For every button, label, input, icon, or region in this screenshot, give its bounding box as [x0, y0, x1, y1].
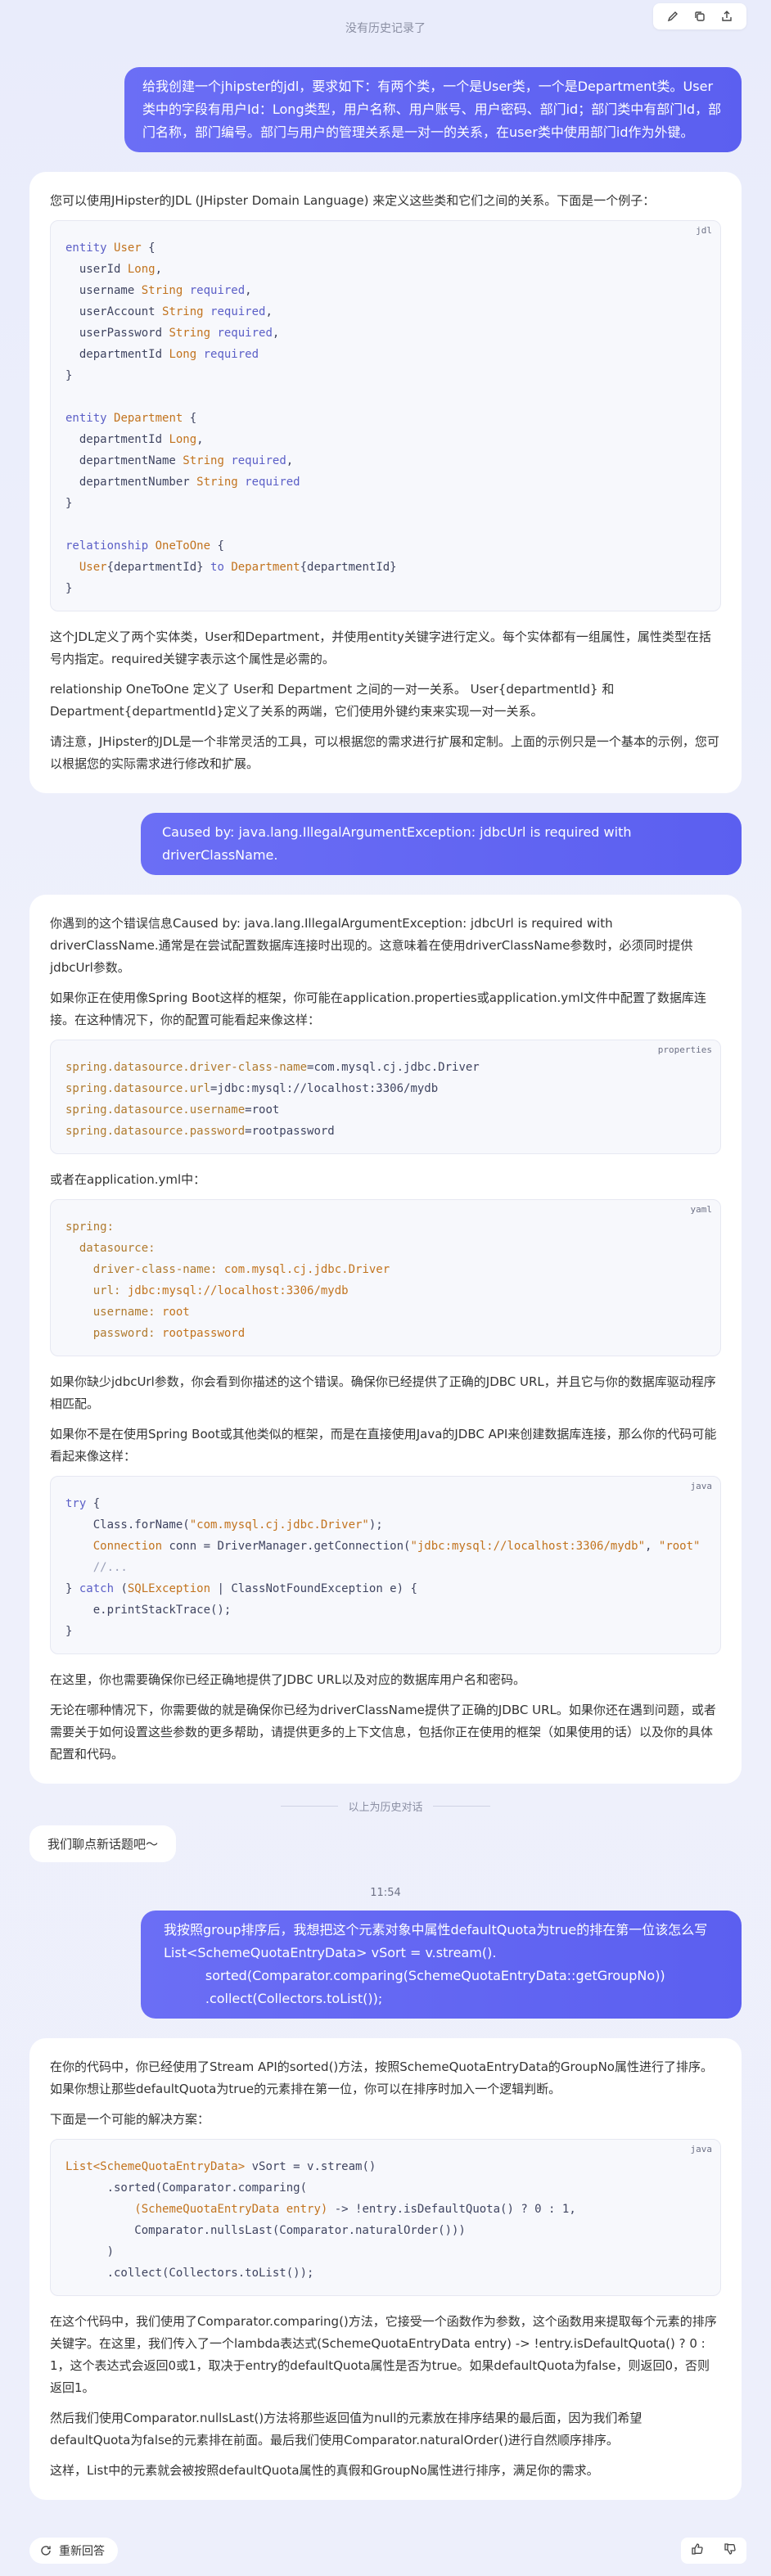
bottom-bar: 重新回答 [0, 2536, 771, 2569]
ai-answer-2: 你遇到的这个错误信息Caused by: java.lang.IllegalAr… [29, 895, 742, 1784]
answer-paragraph: 如果你不是在使用Spring Boot或其他类似的框架，而是在直接使用Java的… [50, 1427, 717, 1464]
code-language-label: properties [657, 1044, 712, 1055]
timestamp: 11:54 [370, 1887, 401, 1899]
user-message-3: 我按照group排序后，我想把这个元素对象中属性defaultQuota为tru… [141, 1911, 742, 2019]
code-block-java-sort: java List<SchemeQuotaEntryData> vSort = v… [50, 2139, 721, 2296]
answer-paragraph: 在你的代码中，你已经使用了Stream API的sorted()方法，按照Sch… [50, 2059, 713, 2096]
user-message-row: 给我创建一个jhipster的jdl，要求如下：有两个类，一个是User类，一个… [0, 67, 771, 152]
answer-paragraph: 如果你缺少jdbcUrl参数，你会看到你描述的这个错误。确保你已经提供了正确的J… [50, 1374, 716, 1411]
regenerate-label: 重新回答 [59, 2545, 105, 2558]
share-icon[interactable] [718, 7, 736, 25]
edit-icon[interactable] [664, 7, 682, 25]
code-language-label: jdl [696, 225, 712, 236]
answer-paragraph: 您可以使用JHipster的JDL (JHipster Domain Langu… [50, 193, 656, 208]
top-toolbar [653, 3, 746, 29]
history-divider: 以上为历史对话 [0, 1798, 771, 1814]
answer-paragraph: 下面是一个可能的解决方案： [50, 2112, 210, 2127]
code-block-properties: properties spring.datasource.driver-class… [50, 1040, 721, 1154]
answer-paragraph: 请注意，JHipster的JDL是一个非常灵活的工具，可以根据您的需求进行扩展和… [50, 734, 719, 771]
user-message-2: Caused by: java.lang.IllegalArgumentExce… [141, 813, 742, 875]
ai-answer-1: 您可以使用JHipster的JDL (JHipster Domain Langu… [29, 172, 742, 793]
code-language-label: java [690, 2144, 713, 2154]
top-bar: 没有历史记录了 [0, 0, 771, 47]
new-topic-message: 我们聊点新话题吧～ [29, 1825, 177, 1862]
answer-paragraph: 在这里，你也需要确保你已经正确地提供了JDBC URL以及对应的数据库用户名和密… [50, 1672, 526, 1687]
answer-paragraph: 在这个代码中，我们使用了Comparator.comparing()方法，它接受… [50, 2314, 717, 2395]
history-divider-text: 以上为历史对话 [348, 1802, 423, 1814]
answer-paragraph: 这个JDL定义了两个实体类，User和Department，并使用entity关… [50, 629, 711, 666]
user-message-row: 我按照group排序后，我想把这个元素对象中属性defaultQuota为tru… [0, 1911, 771, 2019]
code-language-label: yaml [690, 1204, 713, 1215]
answer-paragraph: 无论在哪种情况下，你需要做的就是确保你已经为driverClassName提供了… [50, 1703, 716, 1762]
code-block-jdl: jdl entity User { userId Long, username S… [50, 220, 721, 611]
code-block-yaml: yaml spring: datasource: driver-class-nam… [50, 1199, 721, 1356]
answer-paragraph: 你遇到的这个错误信息Caused by: java.lang.IllegalAr… [50, 916, 693, 975]
thumbs-up-icon[interactable] [691, 2542, 704, 2559]
user-message-1: 给我创建一个jhipster的jdl，要求如下：有两个类，一个是User类，一个… [124, 67, 742, 152]
thumbs-down-icon[interactable] [724, 2542, 737, 2559]
answer-paragraph: 然后我们使用Comparator.nullsLast()方法将那些返回值为nul… [50, 2411, 642, 2447]
answer-paragraph: 或者在application.yml中： [50, 1172, 206, 1187]
copy-icon[interactable] [691, 7, 709, 25]
answer-paragraph: 这样，List中的元素就会被按照defaultQuota属性的真假和GroupN… [50, 2463, 599, 2478]
code-language-label: java [690, 1481, 713, 1491]
regenerate-button[interactable]: 重新回答 [29, 2538, 118, 2564]
code-block-java: java try { Class.forName("com.mysql.cj.jd… [50, 1476, 721, 1654]
refresh-icon [41, 2546, 51, 2556]
answer-paragraph: relationship OneToOne 定义了 User和 Departme… [50, 682, 615, 719]
answer-paragraph: 如果你正在使用像Spring Boot这样的框架，你可能在application… [50, 990, 706, 1027]
feedback-group [681, 2538, 746, 2564]
user-message-row: Caused by: java.lang.IllegalArgumentExce… [0, 813, 771, 875]
ai-answer-3: 在你的代码中，你已经使用了Stream API的sorted()方法，按照Sch… [29, 2038, 742, 2500]
